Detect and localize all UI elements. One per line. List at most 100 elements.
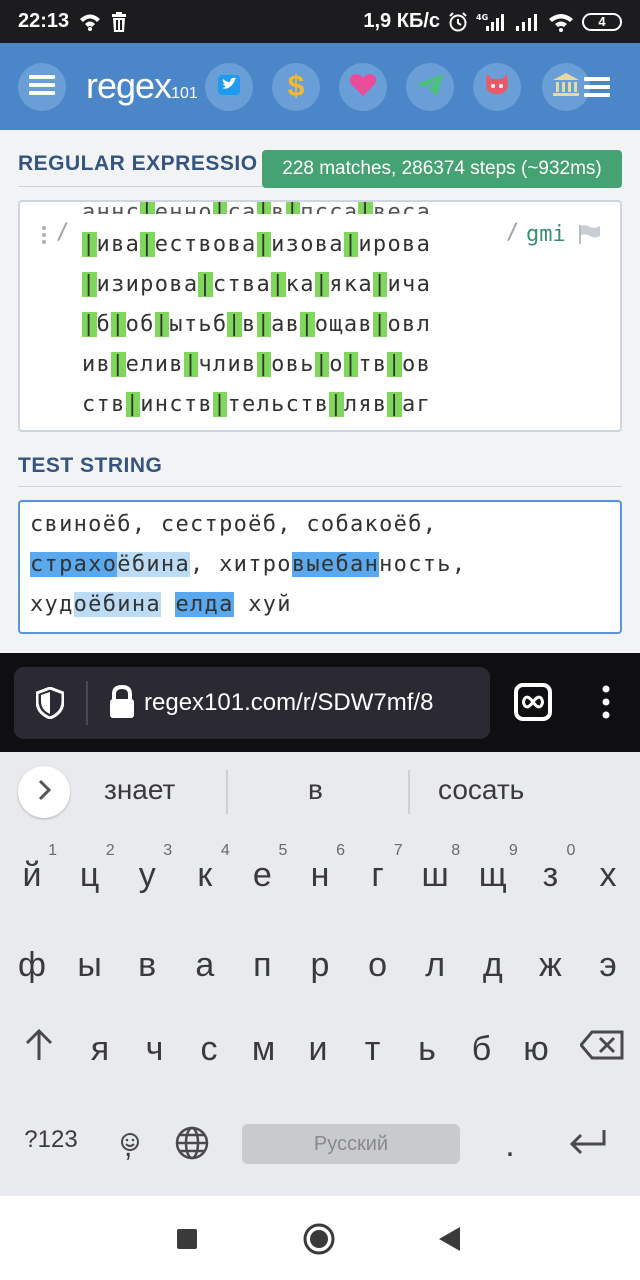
expand-suggestions-button[interactable]	[18, 766, 70, 818]
suggestion-item[interactable]: сосать	[438, 774, 524, 806]
delimiter-open: /	[56, 220, 70, 245]
key-о[interactable]: о	[349, 946, 407, 985]
divider	[226, 770, 228, 814]
key-п[interactable]: п	[233, 946, 291, 985]
sponsor-button[interactable]	[339, 63, 387, 111]
key-у[interactable]: у3	[118, 842, 176, 895]
regex-token: ощав	[314, 312, 373, 337]
back-button[interactable]	[438, 1226, 462, 1257]
flag-icon[interactable]	[578, 224, 602, 249]
regex-token: ива	[96, 232, 141, 257]
shield-icon[interactable]	[35, 686, 65, 724]
key-ю[interactable]: ю	[507, 1030, 565, 1069]
space-key[interactable]: Русский	[242, 1124, 460, 1164]
key-й[interactable]: й1	[3, 842, 61, 895]
key-ы[interactable]: ы	[61, 946, 119, 985]
recents-button[interactable]	[176, 1228, 198, 1255]
key-х[interactable]: х	[579, 856, 637, 895]
key-ц[interactable]: ц2	[61, 842, 119, 895]
suggestion-item[interactable]: в	[308, 774, 323, 806]
logo-suffix: 101	[171, 85, 198, 102]
key-л[interactable]: л	[406, 946, 464, 985]
enter-key[interactable]	[564, 1126, 612, 1165]
key-ш[interactable]: ш8	[406, 842, 464, 895]
test-line: свиноёб, сестроёб, собакоёб,	[30, 512, 437, 537]
twitter-button[interactable]	[205, 63, 253, 111]
language-key[interactable]	[170, 1126, 214, 1169]
key-hint: 8	[451, 842, 461, 859]
regex101-logo[interactable]: regex101	[86, 65, 198, 107]
drag-handle-icon[interactable]	[42, 224, 48, 246]
alternation-pipe: |	[387, 352, 403, 377]
key-и[interactable]: и	[289, 1030, 347, 1069]
menu-button[interactable]	[18, 63, 66, 111]
suggestion-strip: знает в сосать	[0, 752, 640, 832]
suggestion-item[interactable]: знает	[104, 774, 175, 806]
key-б[interactable]: б	[453, 1030, 511, 1069]
key-д[interactable]: д	[464, 946, 522, 985]
home-button[interactable]	[302, 1222, 336, 1261]
alternation-pipe: |	[387, 392, 403, 417]
telegram-button[interactable]	[406, 63, 454, 111]
test-text: ность,	[379, 552, 467, 577]
key-в[interactable]: в	[118, 946, 176, 985]
key-с[interactable]: с	[180, 1030, 238, 1069]
backspace-key[interactable]	[576, 1030, 628, 1069]
github-button[interactable]	[473, 63, 521, 111]
key-label: н	[310, 856, 330, 894]
key-hint: 4	[220, 842, 230, 859]
regex-line: ив|елив|члив|овь|о|тв|ов	[82, 352, 431, 377]
alternation-pipe: |	[82, 312, 97, 337]
key-р[interactable]: р	[291, 946, 349, 985]
tabs-infinity-icon[interactable]	[514, 683, 552, 726]
donate-button[interactable]: $	[272, 63, 320, 111]
key-г[interactable]: г7	[349, 842, 407, 895]
key-н[interactable]: н6	[291, 842, 349, 895]
period-key[interactable]: .	[482, 1126, 538, 1165]
symbols-key[interactable]: ?123	[16, 1126, 86, 1154]
key-к[interactable]: к4	[176, 842, 234, 895]
key-щ[interactable]: щ9	[464, 842, 522, 895]
key-е[interactable]: е5	[233, 842, 291, 895]
browser-toolbar: regex101.com/r/SDW7mf/8	[0, 653, 640, 752]
key-ь[interactable]: ь	[398, 1030, 456, 1069]
alternation-pipe: |	[125, 392, 141, 417]
key-ф[interactable]: ф	[3, 946, 61, 985]
test-text: хуй	[233, 592, 292, 617]
key-м[interactable]: м	[235, 1030, 293, 1069]
key-э[interactable]: э	[579, 946, 637, 985]
key-я[interactable]: я	[71, 1030, 129, 1069]
key-ж[interactable]: ж	[521, 946, 579, 985]
test-text	[161, 592, 176, 617]
signal-icon	[514, 12, 540, 32]
key-hint: 2	[105, 842, 115, 859]
url-text[interactable]: regex101.com/r/SDW7mf/8	[144, 689, 490, 717]
library-button[interactable]	[542, 63, 590, 111]
test-line: худоёбина елда хуй	[30, 592, 292, 617]
regex-input[interactable]: / аннс|енно|са|в|псса|веса |ива|ествова|…	[18, 200, 622, 432]
regex-token: члив	[198, 352, 257, 377]
alternation-pipe: |	[111, 312, 126, 337]
key-з[interactable]: з0	[521, 842, 579, 895]
alternation-pipe: |	[329, 392, 344, 417]
more-options-icon[interactable]	[602, 685, 610, 724]
key-label: э	[599, 946, 617, 984]
battery-icon: 4	[582, 12, 622, 31]
home-circle-icon	[302, 1223, 336, 1260]
regex-token: ов	[402, 352, 432, 377]
test-line: страхоёбина, хитровыебанность,	[30, 552, 466, 577]
match-info-badge: 228 matches, 286374 steps (~932ms)	[262, 150, 622, 188]
key-label: п	[253, 946, 272, 984]
key-т[interactable]: т	[344, 1030, 402, 1069]
key-а[interactable]: а	[176, 946, 234, 985]
key-label: и	[308, 1030, 328, 1068]
key-ч[interactable]: ч	[126, 1030, 184, 1069]
alternation-pipe: |	[82, 272, 97, 297]
dollar-icon: $	[287, 70, 305, 103]
regex-token: ив	[82, 352, 112, 377]
sidebar-menu-button[interactable]	[584, 76, 610, 103]
regex-flags[interactable]: gmi	[526, 222, 566, 247]
test-string-input[interactable]: свиноёб, сестроёб, собакоёб, страхоёбина…	[18, 500, 622, 634]
shift-key[interactable]	[10, 1028, 68, 1071]
menu-icon	[29, 74, 55, 101]
